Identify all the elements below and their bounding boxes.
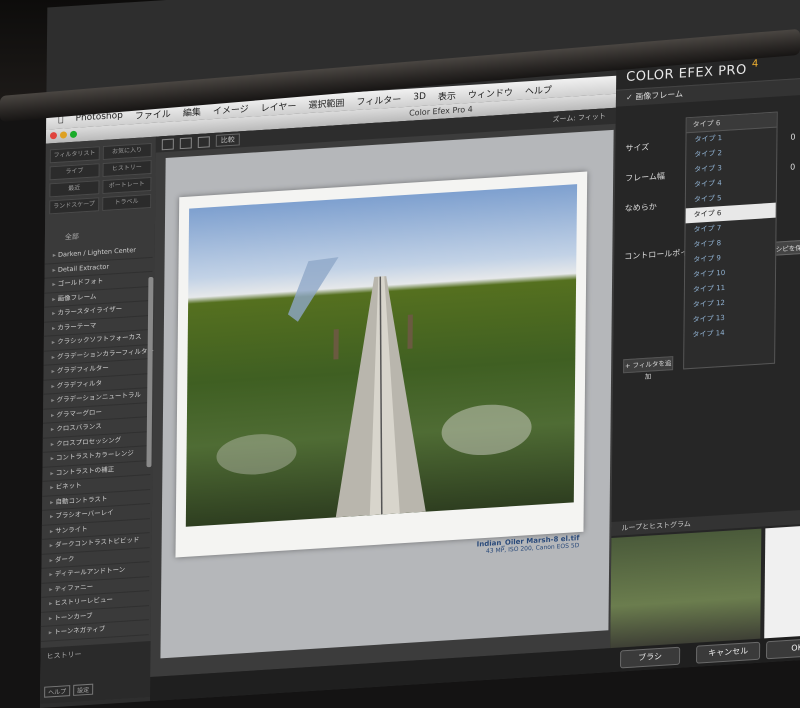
section-title: 画像フレーム bbox=[635, 89, 684, 102]
add-filter-button[interactable]: + フィルタを追加 bbox=[623, 356, 674, 381]
category-button[interactable]: ライブ bbox=[49, 163, 100, 181]
landscape-photo bbox=[185, 184, 578, 527]
menu-3d[interactable]: 3D bbox=[413, 92, 426, 103]
category-button[interactable]: フィルタリスト bbox=[49, 146, 100, 164]
checkbox-icon[interactable]: ✓ bbox=[626, 92, 635, 102]
brand-version: 4 bbox=[751, 58, 759, 70]
zoom-icon[interactable] bbox=[69, 130, 78, 139]
category-button[interactable]: お気に入り bbox=[102, 142, 152, 161]
loupe-preview bbox=[610, 528, 762, 653]
close-icon[interactable] bbox=[49, 131, 58, 140]
menu-edit[interactable]: 編集 bbox=[183, 104, 201, 118]
window-controls bbox=[49, 130, 78, 140]
menu-help[interactable]: ヘルプ bbox=[525, 82, 552, 97]
compare-button[interactable]: 比較 bbox=[215, 133, 240, 147]
category-button[interactable]: ポートレート bbox=[101, 176, 152, 195]
minimize-icon[interactable] bbox=[59, 131, 68, 139]
boardwalk-illustration bbox=[216, 257, 532, 518]
split-view-icon[interactable] bbox=[179, 136, 192, 149]
cancel-button[interactable]: キャンセル bbox=[695, 641, 761, 664]
filter-list: Darken / Lighten CenterDetail Extractorゴ… bbox=[40, 242, 154, 642]
single-view-icon[interactable] bbox=[161, 138, 174, 150]
history-panel: ヒストリー ヘルプ 設定 bbox=[40, 641, 151, 704]
photo-frame bbox=[175, 171, 588, 558]
category-button[interactable]: 最近 bbox=[49, 180, 99, 198]
filter-category-grid: フィルタリスト お気に入り ライブ ヒストリー 最近 ポートレート ランドスケー… bbox=[45, 137, 156, 221]
section-label: 全部 bbox=[64, 232, 79, 242]
settings-button[interactable]: 設定 bbox=[73, 683, 94, 696]
menu-view[interactable]: 表示 bbox=[438, 88, 456, 102]
category-button[interactable]: ランドスケープ bbox=[49, 197, 99, 215]
frame-type-dropdown[interactable]: タイプ 6 タイプ 1 タイプ 2 タイプ 3 タイプ 4 タイプ 5 タイプ 6 タイプ … bbox=[683, 111, 778, 370]
menu-window[interactable]: ウィンドウ bbox=[468, 85, 513, 101]
history-label: ヒストリー bbox=[46, 650, 82, 661]
category-button[interactable]: ヒストリー bbox=[102, 159, 152, 178]
menu-select[interactable]: 選択範囲 bbox=[308, 95, 344, 110]
image-canvas[interactable]: Indian_Oiler Marsh-8 el.tif 43 MP, ISO 2… bbox=[160, 129, 614, 659]
ok-button[interactable]: OK bbox=[765, 637, 800, 660]
brush-button[interactable]: ブラシ bbox=[619, 646, 681, 669]
zoom-dropdown[interactable]: ズーム: フィット bbox=[553, 111, 606, 124]
value-size: 0 bbox=[790, 132, 796, 142]
menu-filter[interactable]: フィルター bbox=[356, 92, 401, 108]
label-smooth: なめらか bbox=[624, 202, 657, 214]
menu-layer[interactable]: レイヤー bbox=[261, 98, 297, 113]
value-width: 0 bbox=[790, 162, 796, 172]
label-size: サイズ bbox=[625, 142, 650, 154]
histogram-area bbox=[764, 524, 800, 643]
preview-area: 比較 ズーム: フィット Indian_Oiler Marsh-8 el.tif… bbox=[150, 107, 616, 678]
side-by-side-icon[interactable] bbox=[197, 135, 210, 148]
label-frame-width: フレーム幅 bbox=[625, 171, 665, 184]
help-button[interactable]: ヘルプ bbox=[44, 685, 71, 698]
window-title: Color Efex Pro 4 bbox=[409, 104, 473, 118]
filter-list-panel: フィルタリスト お気に入り ライブ ヒストリー 最近 ポートレート ランドスケー… bbox=[40, 136, 156, 704]
category-button[interactable]: トラベル bbox=[101, 193, 152, 212]
adjustment-panel: NIK SOFTWARE COLOR EFEX PRO 4 ✓ 画像フレーム サ… bbox=[610, 37, 800, 653]
